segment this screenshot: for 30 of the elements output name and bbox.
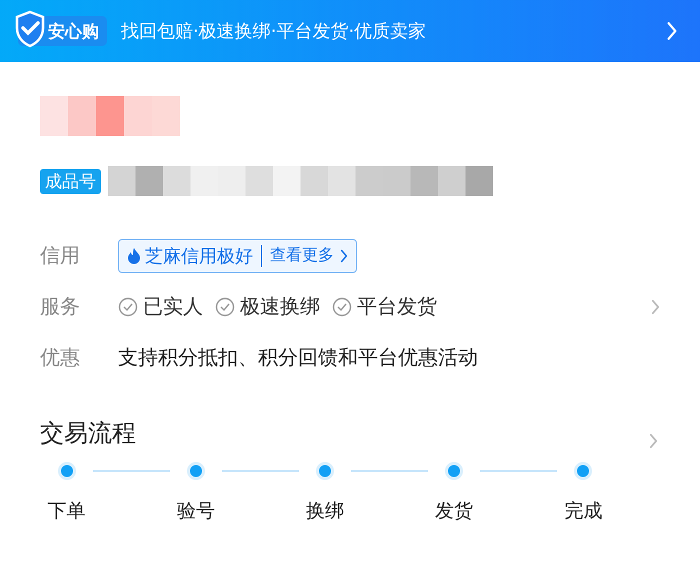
shield-check-icon [14, 10, 46, 48]
step-dot [574, 462, 592, 480]
service-label: 平台发货 [357, 293, 437, 320]
step-dot [58, 462, 76, 480]
step-label: 完成 [564, 499, 602, 524]
step-dot [316, 462, 334, 480]
flame-icon [127, 246, 141, 264]
step-label: 下单 [48, 499, 86, 524]
service-label: 极速换绑 [240, 293, 320, 320]
chevron-icon[interactable] [651, 298, 660, 314]
product-tag: 成品号 [40, 168, 101, 194]
step-dot [186, 462, 205, 480]
step-dot [445, 462, 464, 480]
step-label: 验号 [176, 499, 215, 524]
discount-text: 支持积分抵扣、积分回馈和平台优惠活动 [118, 344, 478, 371]
see-more-link[interactable]: 查看更多 [270, 245, 348, 266]
step-label: 换绑 [306, 499, 344, 524]
row-label: 信用 [40, 242, 81, 269]
row-label: 服务 [40, 293, 81, 320]
row-label: 优惠 [40, 344, 81, 371]
check-circle-icon [215, 296, 235, 316]
step-label: 发货 [435, 499, 474, 524]
check-circle-icon [118, 296, 138, 316]
service-label: 已实人 [143, 293, 203, 320]
chevron-icon [340, 248, 348, 262]
credit-rating: 芝麻信用极好 [145, 244, 253, 268]
chevron-icon[interactable] [649, 433, 658, 449]
section-title: 交易流程 [40, 418, 136, 449]
banner-slogan: 找回包赔·极速换绑·平台发货·优质卖家 [121, 20, 428, 43]
check-circle-icon [332, 296, 352, 316]
